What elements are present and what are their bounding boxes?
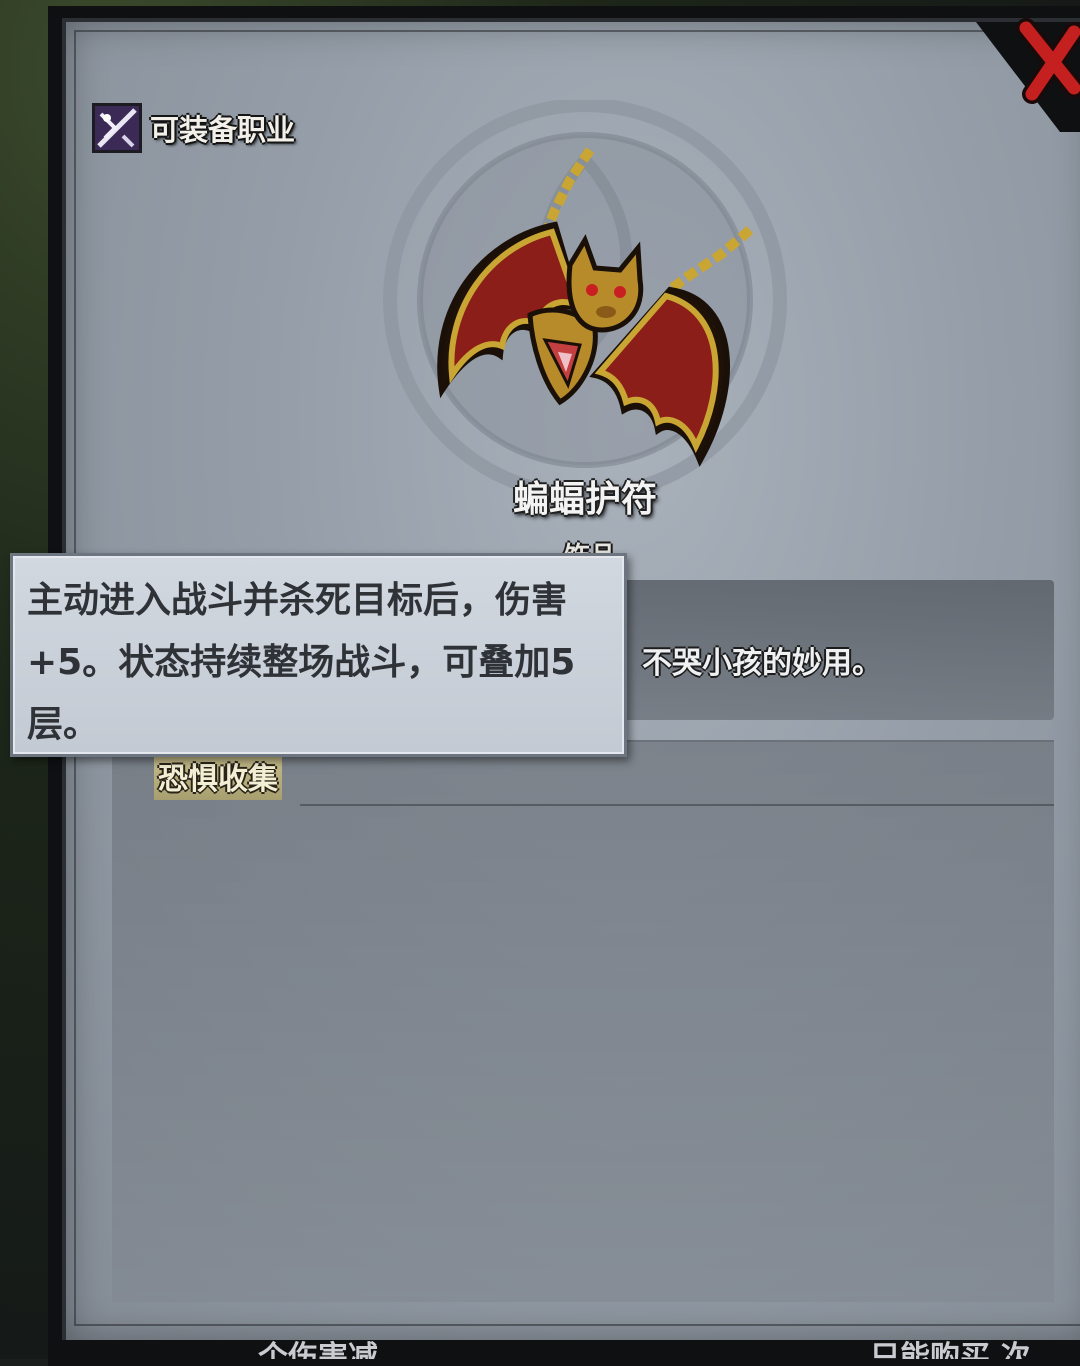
bat-amulet-icon <box>437 147 754 467</box>
effect-divider <box>300 804 1054 806</box>
close-x-icon <box>1016 18 1080 104</box>
item-name: 蝙蝠护符 <box>512 479 657 520</box>
flavor-text: 不哭小孩的妙用。 <box>642 646 882 681</box>
class-emblem-icon[interactable] <box>92 103 142 153</box>
close-button[interactable] <box>1016 18 1080 108</box>
footer-left-text: 个伤害减 <box>258 1340 378 1359</box>
effect-tooltip: 主动进入战斗并杀死目标后，伤害+5。状态持续整场战斗，可叠加5层。 <box>10 553 627 757</box>
tooltip-text: 主动进入战斗并杀死目标后，伤害+5。状态持续整场战斗，可叠加5层。 <box>27 580 576 745</box>
equip-class-label: 可装备职业 <box>150 113 296 147</box>
effect-box <box>112 740 1054 1302</box>
effect-title[interactable]: 恐惧收集 <box>154 752 282 800</box>
equip-class-row: 可装备职业 <box>92 100 295 156</box>
footer-right-text: 只能购买 次 <box>870 1340 1031 1359</box>
